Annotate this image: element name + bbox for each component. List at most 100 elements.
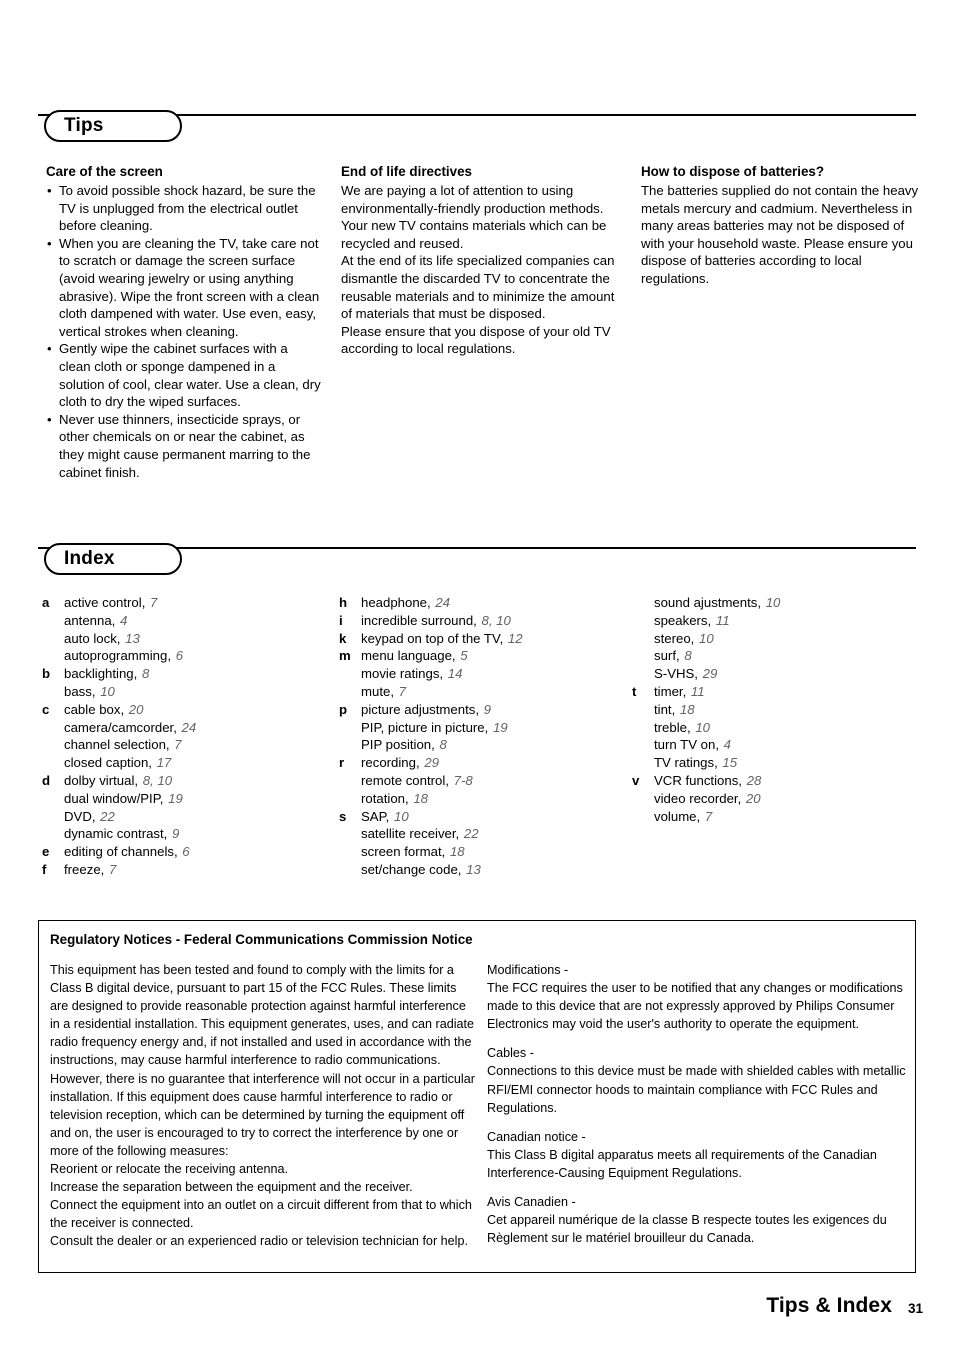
index-entry: channel selection, 7 bbox=[42, 736, 327, 754]
list-item-text: When you are cleaning the TV, take care … bbox=[59, 235, 320, 339]
index-entry: remote control, 7-8 bbox=[339, 772, 639, 790]
index-entry: set/change code, 13 bbox=[339, 861, 639, 879]
cables-body: Connections to this device must be made … bbox=[487, 1064, 906, 1115]
list-item: • Gently wipe the cabinet surfaces with a… bbox=[46, 340, 321, 410]
index-page-number: 11 bbox=[687, 683, 705, 699]
index-letter: v bbox=[632, 772, 640, 788]
dispose-batteries-column: How to dispose of batteries? The batteri… bbox=[641, 163, 919, 288]
index-entry: i incredible surround, 8, 10 bbox=[339, 612, 639, 630]
index-term: speakers, bbox=[654, 612, 712, 628]
index-page-number: 20 bbox=[125, 701, 144, 717]
index-entry: treble, 10 bbox=[632, 719, 922, 737]
index-page-number: 4 bbox=[116, 612, 128, 628]
index-entry: stereo, 10 bbox=[632, 630, 922, 648]
index-entry: b backlighting, 8 bbox=[42, 665, 327, 683]
list-item-text: To avoid possible shock hazard, be sure … bbox=[59, 183, 316, 234]
index-term: volume, bbox=[654, 808, 701, 824]
index-page-number: 8, 10 bbox=[477, 612, 511, 628]
index-entry: auto lock, 13 bbox=[42, 630, 327, 648]
index-term: TV ratings, bbox=[654, 755, 718, 771]
index-term: headphone, bbox=[361, 595, 431, 610]
index-letter: m bbox=[339, 648, 351, 664]
modifications-body: The FCC requires the user to be notified… bbox=[487, 981, 903, 1032]
index-entry: DVD, 22 bbox=[42, 808, 327, 826]
regulatory-notices-box: Regulatory Notices - Federal Communicati… bbox=[38, 920, 916, 1273]
index-term: freeze, bbox=[64, 861, 105, 877]
index-entry: surf, 8 bbox=[632, 647, 922, 665]
index-page-number: 12 bbox=[504, 630, 523, 646]
index-page-number: 7 bbox=[394, 683, 406, 699]
index-page-number: 29 bbox=[420, 755, 439, 771]
index-term: closed caption, bbox=[64, 755, 152, 771]
index-page-number: 6 bbox=[172, 648, 184, 664]
index-term: turn TV on, bbox=[654, 737, 719, 753]
index-page-number: 7 bbox=[170, 737, 182, 753]
list-item: • To avoid possible shock hazard, be sure… bbox=[46, 182, 321, 235]
footer-page-number: 31 bbox=[907, 1301, 923, 1316]
index-page-number: 8 bbox=[138, 666, 150, 682]
index-entry: PIP position, 8 bbox=[339, 736, 639, 754]
index-term: tint, bbox=[654, 701, 676, 717]
index-header-label: Index bbox=[64, 548, 115, 569]
avis-canadien-heading: Avis Canadien - bbox=[487, 1195, 576, 1210]
end-of-life-paragraph: Please ensure that you dispose of your o… bbox=[341, 323, 611, 357]
index-entry: autoprogramming, 6 bbox=[42, 647, 327, 665]
care-of-screen-heading: Care of the screen bbox=[46, 164, 163, 179]
index-page-number: 9 bbox=[168, 826, 180, 842]
index-page-number: 18 bbox=[446, 844, 465, 860]
index-term: camera/camcorder, bbox=[64, 719, 177, 735]
index-term: sound ajustments, bbox=[654, 595, 762, 610]
list-item: • Never use thinners, insecticide sprays,… bbox=[46, 411, 321, 481]
index-entry: mute, 7 bbox=[339, 683, 639, 701]
care-of-screen-column: Care of the screen • To avoid possible sh… bbox=[46, 163, 321, 481]
index-entry: h headphone, 24 bbox=[339, 594, 639, 612]
index-page-number: 4 bbox=[720, 737, 731, 753]
index-term: incredible surround, bbox=[361, 612, 477, 628]
index-letter: a bbox=[42, 595, 50, 610]
index-term: surf, bbox=[654, 648, 680, 664]
index-entry: sound ajustments, 10 bbox=[632, 594, 922, 612]
index-entry: bass, 10 bbox=[42, 683, 327, 701]
index-term: auto lock, bbox=[64, 630, 121, 646]
end-of-life-paragraph: We are paying a lot of attention to usin… bbox=[341, 183, 607, 251]
index-page-number: 5 bbox=[456, 648, 468, 664]
index-letter: s bbox=[339, 808, 347, 824]
index-entry: speakers, 11 bbox=[632, 612, 922, 630]
index-letter: b bbox=[42, 666, 51, 682]
index-term: bass, bbox=[64, 683, 96, 699]
index-term: backlighting, bbox=[64, 666, 138, 682]
index-page-number: 24 bbox=[431, 595, 451, 610]
index-page-number: 10 bbox=[691, 719, 710, 735]
index-entry: k keypad on top of the TV, 12 bbox=[339, 630, 639, 648]
index-page-number: 22 bbox=[96, 808, 115, 824]
index-term: antenna, bbox=[64, 612, 116, 628]
index-page-number: 7 bbox=[146, 595, 158, 610]
index-page-number: 11 bbox=[712, 612, 730, 628]
index-page-number: 7-8 bbox=[449, 772, 473, 788]
index-page-number: 13 bbox=[121, 630, 140, 646]
end-of-life-column: End of life directives We are paying a l… bbox=[341, 163, 626, 358]
index-letter: d bbox=[42, 772, 51, 788]
index-page-number: 7 bbox=[105, 861, 117, 877]
index-term: SAP, bbox=[361, 808, 390, 824]
index-term: movie ratings, bbox=[361, 666, 444, 682]
index-entry: antenna, 4 bbox=[42, 612, 327, 630]
index-page-number: 18 bbox=[676, 701, 695, 717]
list-item-text: Never use thinners, insecticide sprays, … bbox=[59, 411, 311, 480]
index-entry: S-VHS, 29 bbox=[632, 665, 922, 683]
index-page-number: 15 bbox=[718, 755, 738, 771]
index-term: stereo, bbox=[654, 630, 695, 646]
bullet-icon: • bbox=[47, 183, 52, 198]
index-term: channel selection, bbox=[64, 737, 170, 753]
index-term: active control, bbox=[64, 595, 146, 610]
index-page-number: 10 bbox=[96, 683, 115, 699]
manual-page: Tips Care of the screen • To avoid possib… bbox=[0, 0, 954, 1349]
index-page-number: 19 bbox=[489, 719, 508, 735]
index-page-number: 10 bbox=[390, 808, 409, 824]
index-entry: p picture adjustments, 9 bbox=[339, 701, 639, 719]
index-term: treble, bbox=[654, 719, 691, 735]
index-letter: f bbox=[42, 861, 47, 877]
regulatory-right-column: Modifications - The FCC requires the use… bbox=[487, 961, 907, 1247]
index-letter: p bbox=[339, 701, 348, 717]
regulatory-notices-title: Regulatory Notices - Federal Communicati… bbox=[50, 932, 473, 947]
